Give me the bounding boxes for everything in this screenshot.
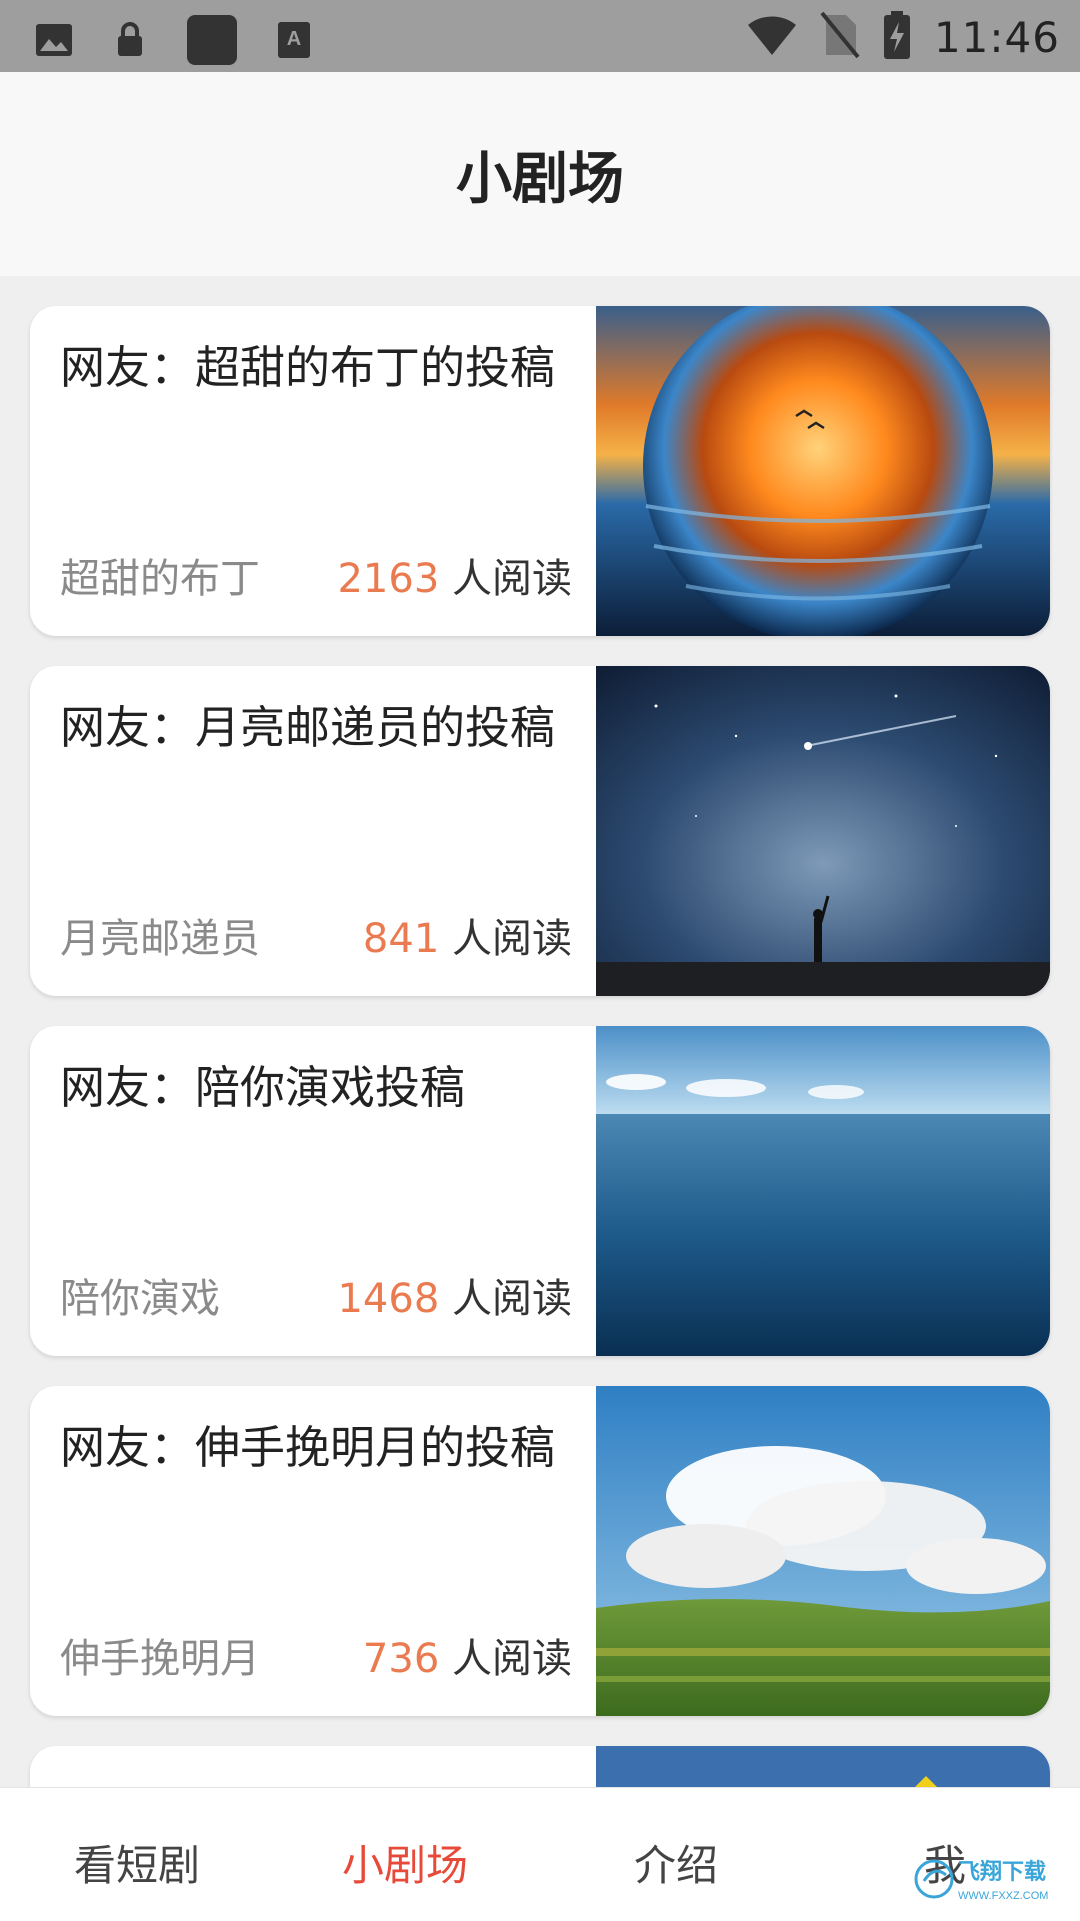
read-count-suffix: 人阅读 [439, 556, 572, 602]
story-card[interactable]: 网友：陪你演戏投稿 陪你演戏 1468 人阅读 [30, 1026, 1050, 1356]
read-count: 1468 人阅读 [337, 1266, 572, 1324]
story-author: 超甜的布丁 [60, 556, 260, 602]
status-bar: A 11:46 [0, 0, 1080, 72]
nav-tab-short-drama[interactable]: 看短剧 [74, 1832, 200, 1893]
story-author: 陪你演戏 [60, 1276, 220, 1322]
story-title: 网友：陪你演戏投稿 [60, 1061, 466, 1114]
battery-charging-icon [882, 10, 912, 64]
lock-icon [110, 20, 150, 60]
story-title: 网友：超甜的布丁的投稿 [60, 341, 556, 394]
story-card[interactable]: 网友：超甜的布丁的投稿 超甜的布丁 2163 人阅读 [30, 306, 1050, 636]
status-time: 11:46 [933, 12, 1060, 62]
read-count-suffix: 人阅读 [439, 1276, 572, 1322]
page-title: 小剧场 [456, 146, 624, 212]
read-count-number: 2163 [337, 556, 440, 602]
bottom-navigation: 看短剧 小剧场 介绍 我 飞翔下载 WWW.FXXZ.COM [0, 1787, 1080, 1921]
watermark-logo: 飞翔下载 WWW.FXXZ.COM [914, 1851, 1064, 1907]
read-count: 2163 人阅读 [337, 546, 572, 604]
read-count: 736 人阅读 [363, 1626, 572, 1684]
story-thumbnail[interactable] [596, 666, 1050, 996]
story-author: 伸手挽明月 [60, 1636, 260, 1682]
read-count-number: 736 [362, 1636, 440, 1682]
svg-text:飞翔下载: 飞翔下载 [958, 1859, 1046, 1885]
app-bar: 小剧场 [0, 72, 1080, 276]
story-title: 网友：伸手挽明月的投稿 [60, 1421, 556, 1474]
read-count-suffix: 人阅读 [439, 1636, 572, 1682]
read-count-number: 1468 [337, 1276, 440, 1322]
story-thumbnail[interactable] [596, 1026, 1050, 1356]
app-icon [186, 14, 238, 66]
story-thumbnail[interactable] [596, 1386, 1050, 1716]
read-count-suffix: 人阅读 [439, 916, 572, 962]
read-count-number: 841 [362, 916, 440, 962]
svg-text:A: A [287, 28, 301, 50]
wifi-icon [746, 13, 798, 61]
story-title: 网友：月亮邮递员的投稿 [60, 701, 556, 754]
story-card[interactable]: 网友：月亮邮递员的投稿 月亮邮递员 841 人阅读 [30, 666, 1050, 996]
story-author: 月亮邮递员 [60, 916, 260, 962]
story-list[interactable]: 网友：超甜的布丁的投稿 超甜的布丁 2163 人阅读 网友：月亮邮递员的投稿 月… [30, 306, 1050, 1896]
read-count: 841 人阅读 [363, 906, 572, 964]
story-thumbnail[interactable] [596, 306, 1050, 636]
nav-tab-theater[interactable]: 小剧场 [342, 1832, 468, 1893]
no-sim-icon [820, 11, 860, 63]
svg-text:WWW.FXXZ.COM: WWW.FXXZ.COM [958, 1890, 1048, 1902]
image-icon [34, 20, 74, 60]
nav-tab-intro[interactable]: 介绍 [634, 1832, 718, 1893]
story-card[interactable]: 网友：伸手挽明月的投稿 伸手挽明月 736 人阅读 [30, 1386, 1050, 1716]
font-icon: A [274, 20, 314, 60]
